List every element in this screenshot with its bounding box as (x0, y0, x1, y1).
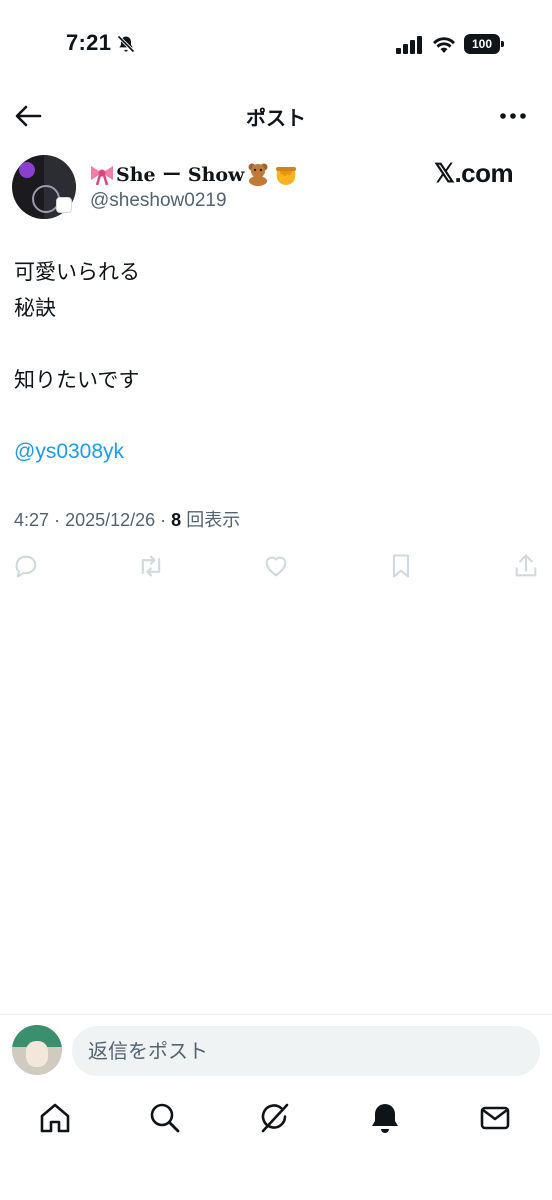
wifi-icon (433, 37, 455, 53)
honey-pot-emoji (276, 166, 297, 185)
post-meta: 4:27 · 2025/12/26 · 8 回表示 (14, 506, 240, 532)
battery-icon: 100 (464, 34, 504, 54)
ribbon-emoji (91, 165, 113, 185)
avatar-face (26, 1041, 48, 1067)
reply-icon[interactable] (12, 552, 40, 580)
display-name-text: She ー Show (116, 164, 245, 186)
mention-link[interactable]: @ys0308yk (14, 434, 534, 470)
home-icon[interactable] (37, 1100, 73, 1136)
author-display-name[interactable]: She ー Show (88, 160, 300, 187)
post-line-blank (14, 398, 534, 434)
page-title: ポスト (246, 106, 306, 130)
bell-slash-icon (117, 35, 135, 53)
repost-icon[interactable] (137, 552, 165, 580)
signal-icon (396, 36, 422, 54)
like-icon[interactable] (262, 552, 290, 580)
post-line-blank (14, 326, 534, 362)
teddy-bear-emoji (248, 163, 268, 186)
post-line: 秘訣 (14, 296, 56, 320)
status-bar: 7:21 100 (0, 0, 552, 90)
watermark-logo: 𝕏.com (434, 158, 514, 188)
divider (0, 1014, 552, 1015)
search-icon[interactable] (147, 1100, 183, 1136)
post-text: 可愛いられる 秘訣 知りたいです @ys0308yk (14, 254, 534, 470)
post-line: 知りたいです (14, 368, 140, 392)
battery-level: 100 (464, 34, 500, 54)
more-horizontal-icon[interactable] (496, 104, 530, 128)
post-time[interactable]: 4:27 (14, 510, 49, 530)
post-header: ポスト (0, 92, 552, 140)
reply-input[interactable] (72, 1026, 540, 1076)
status-time: 7:21 (66, 30, 112, 55)
bookmark-icon[interactable] (387, 552, 415, 580)
avatar-badge (56, 197, 72, 213)
post-line: 可愛いられる (14, 260, 140, 284)
meta-separator: · (160, 510, 172, 530)
meta-separator: · (54, 510, 66, 530)
post-date[interactable]: 2025/12/26 (65, 510, 155, 530)
user-avatar[interactable] (12, 1025, 62, 1075)
devil-emoji (19, 162, 35, 178)
views-count: 8 (171, 510, 182, 530)
bottom-navigation (0, 1094, 552, 1144)
grok-icon[interactable] (257, 1100, 293, 1136)
share-icon[interactable] (512, 552, 540, 580)
notifications-icon[interactable] (367, 1100, 403, 1136)
views-label: 回表示 (186, 510, 241, 530)
battery-tip (501, 41, 504, 47)
messages-icon[interactable] (477, 1100, 513, 1136)
post-actions (0, 552, 552, 582)
author-handle[interactable]: @sheshow0219 (90, 190, 227, 212)
